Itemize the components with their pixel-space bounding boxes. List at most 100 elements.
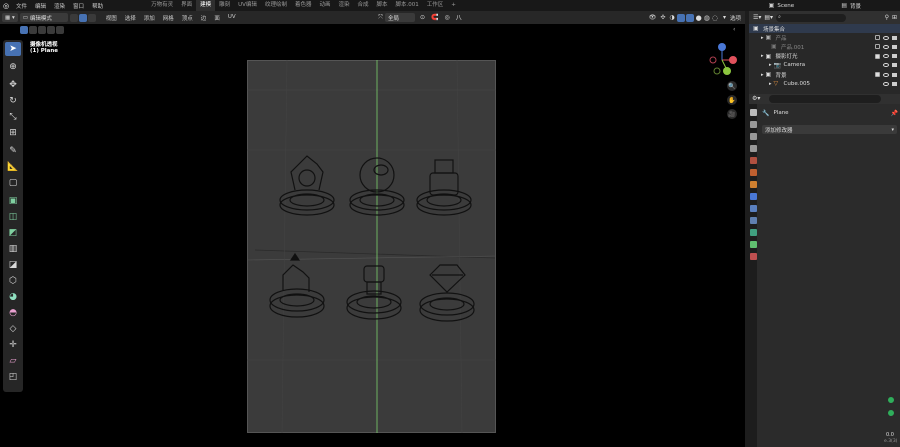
modifier-tab-icon[interactable] — [749, 193, 757, 200]
outliner-row[interactable]: ▸ ▽ Cube.005 — [749, 79, 900, 88]
poly-build-tool-icon[interactable]: ⬡ — [5, 274, 21, 288]
menu-item-4[interactable]: 帮助 — [88, 2, 107, 10]
select-new-button[interactable] — [20, 25, 28, 34]
expand-arrow-icon[interactable]: ▸ — [761, 53, 764, 59]
render-camera-icon[interactable] — [892, 44, 897, 49]
menu-item-2[interactable]: 渲染 — [50, 2, 69, 10]
workspace-tab-3[interactable]: 雕刻 — [215, 0, 234, 11]
bevel-tool-icon[interactable]: ◩ — [5, 226, 21, 240]
output-tab-icon[interactable] — [749, 133, 757, 140]
display-mode-icon[interactable]: ▤▾ — [764, 14, 773, 21]
shading-options-icon[interactable]: ▾ — [723, 14, 726, 21]
workspace-tab-1[interactable]: 界面 — [177, 0, 196, 11]
viewport-menu-6[interactable]: 面 — [210, 14, 224, 22]
workspace-tab-9[interactable]: 合成 — [354, 0, 373, 11]
properties-search-input[interactable] — [769, 95, 881, 103]
eye-icon[interactable] — [883, 44, 889, 49]
edge-slide-tool-icon[interactable]: ◇ — [5, 322, 21, 336]
particles-tab-icon[interactable] — [749, 205, 757, 212]
add-cube-tool-icon[interactable]: ▢ — [5, 176, 21, 190]
select-intersect-button[interactable] — [56, 25, 64, 34]
filter-icon[interactable]: ⚲ — [885, 14, 889, 21]
eye-icon[interactable] — [883, 72, 889, 77]
outliner-row[interactable]: ▸ 📷 Camera — [749, 61, 900, 70]
outliner-search-input[interactable]: ⌕ — [776, 13, 847, 22]
blender-logo-icon[interactable]: ◎ — [0, 2, 12, 10]
add-modifier-dropdown[interactable]: 添加修改器 ▾ — [762, 125, 897, 134]
workspace-tab-6[interactable]: 着色器 — [291, 0, 316, 11]
visibility-icon[interactable]: 👁 — [649, 14, 657, 21]
exclude-checkbox[interactable] — [875, 35, 880, 41]
view-layer-field[interactable]: 背景 — [850, 2, 900, 10]
viewport-menu-7[interactable]: UV — [224, 14, 240, 22]
vertex-select-button[interactable] — [69, 13, 78, 22]
proportional-edit-icon[interactable]: ◎ — [444, 14, 449, 21]
shrink-fatten-tool-icon[interactable]: ✛ — [5, 338, 21, 352]
render-camera-icon[interactable] — [892, 81, 897, 86]
render-camera-icon[interactable] — [892, 63, 897, 68]
edge-select-button[interactable] — [78, 13, 87, 22]
scale-tool-icon[interactable]: ⤡ — [5, 110, 21, 124]
move-tool-icon[interactable]: ✥ — [5, 78, 21, 92]
options-dropdown[interactable]: 选项 — [730, 14, 741, 22]
shading-solid-icon[interactable]: ● — [696, 14, 702, 22]
outliner-row[interactable]: ▸ ▣ 背景 — [749, 70, 900, 79]
shear-tool-icon[interactable]: ▱ — [5, 354, 21, 368]
render-camera-icon[interactable] — [892, 72, 897, 77]
object-tab-icon[interactable] — [749, 181, 757, 188]
exclude-checkbox[interactable] — [875, 72, 880, 78]
cursor-tool-icon[interactable]: ⊕ — [5, 60, 21, 74]
tool-tab-icon[interactable] — [749, 109, 757, 116]
eye-icon[interactable] — [883, 63, 889, 68]
properties-editor-icon[interactable]: ⚙▾ — [752, 95, 760, 102]
render-camera-icon[interactable] — [892, 54, 897, 59]
constraints-tab-icon[interactable] — [749, 229, 757, 236]
viewport-menu-3[interactable]: 网格 — [159, 14, 178, 22]
workspace-tab-4[interactable]: UV编辑 — [234, 0, 261, 11]
editor-type-button[interactable]: ▦ ▾ — [2, 13, 18, 22]
view-layer-tab-icon[interactable] — [749, 145, 757, 152]
pivot-icon[interactable]: ⊙ — [420, 14, 425, 21]
camera-view-icon[interactable]: 🎥 — [727, 109, 737, 119]
data-tab-icon[interactable] — [749, 241, 757, 248]
menu-item-3[interactable]: 窗口 — [69, 2, 88, 10]
outliner-row[interactable]: ▣ 产品.001 — [749, 42, 900, 51]
eye-icon[interactable] — [883, 54, 889, 59]
viewport-menu-2[interactable]: 添加 — [140, 14, 159, 22]
viewport-menu-4[interactable]: 顶点 — [178, 14, 197, 22]
viewport-menu-1[interactable]: 选择 — [121, 14, 140, 22]
workspace-tab-7[interactable]: 动画 — [315, 0, 334, 11]
inset-tool-icon[interactable]: ◫ — [5, 210, 21, 224]
outliner-editor-icon[interactable]: ☰▾ — [753, 14, 761, 21]
workspace-tab-11[interactable]: 脚本.001 — [392, 0, 423, 11]
workspace-tab-2[interactable]: 建模 — [196, 0, 216, 11]
measure-tool-icon[interactable]: 📐 — [5, 160, 21, 174]
menu-item-1[interactable]: 编辑 — [31, 2, 50, 10]
shading-wire-icon[interactable] — [685, 13, 694, 22]
loop-cut-tool-icon[interactable]: ▥ — [5, 242, 21, 256]
workspace-tab-0[interactable]: 万物有灵 — [147, 0, 177, 11]
select-invert-button[interactable] — [47, 25, 55, 34]
xray-icon[interactable] — [676, 13, 685, 22]
scene-name-field[interactable]: Scene — [777, 3, 833, 9]
shading-material-icon[interactable]: ◍ — [704, 14, 710, 22]
extrude-tool-icon[interactable]: ▣ — [5, 194, 21, 208]
select-box-tool-icon[interactable]: ➤ — [5, 42, 21, 56]
eye-icon[interactable] — [883, 81, 889, 86]
face-select-button[interactable] — [87, 13, 96, 22]
annotate-tool-icon[interactable]: ✎ — [5, 144, 21, 158]
outliner-row[interactable]: ▸ ▣ 产品 — [749, 33, 900, 42]
menu-item-0[interactable]: 文件 — [12, 2, 31, 10]
rotate-tool-icon[interactable]: ↻ — [5, 94, 21, 108]
shading-rendered-icon[interactable]: ◌ — [712, 14, 718, 22]
snap-icon[interactable]: 🧲 — [431, 14, 438, 21]
rip-tool-icon[interactable]: ◰ — [5, 370, 21, 384]
select-subtract-button[interactable] — [38, 25, 46, 34]
pin-icon[interactable]: 📌 — [891, 110, 898, 117]
scene-tab-icon[interactable] — [749, 157, 757, 164]
object-name-field[interactable]: Plane — [773, 110, 788, 116]
expand-arrow-icon[interactable]: ▸ — [769, 81, 772, 87]
workspace-tab-12[interactable]: 工作区 — [423, 0, 448, 11]
expand-arrow-icon[interactable]: ▸ — [769, 62, 772, 68]
knife-tool-icon[interactable]: ◪ — [5, 258, 21, 272]
